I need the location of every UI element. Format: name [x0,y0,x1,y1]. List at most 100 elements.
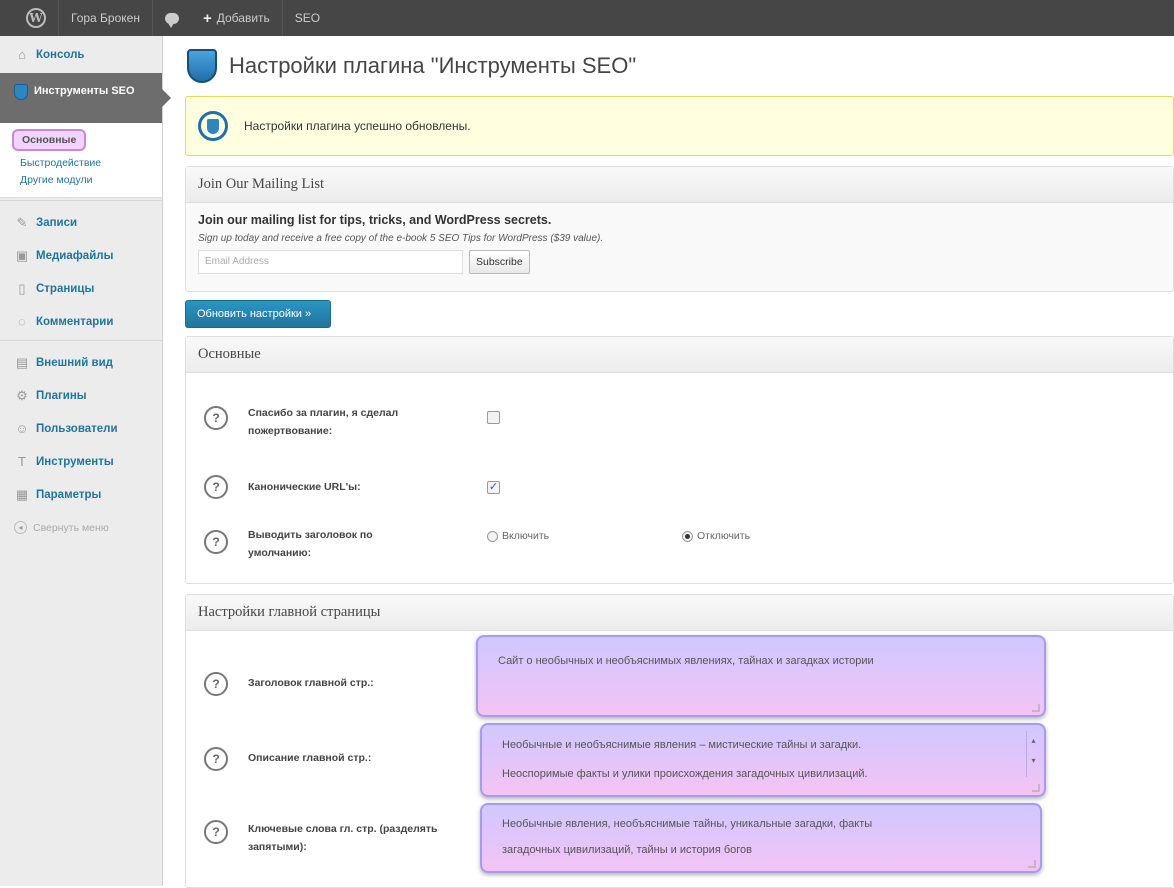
menu-media[interactable]: ▣ Медиафайлы [0,239,162,272]
home-description-label: Описание главной стр.: [248,752,372,764]
notice-text: Настройки плагина успешно обновлены. [244,119,471,133]
site-name: Гора Брокен [71,11,140,25]
radio-disable[interactable]: Отключить [682,530,750,542]
collapse-menu-label: Свернуть меню [33,521,109,534]
wordpress-icon: W [26,8,46,28]
pushpin-icon: ✎ [16,214,28,230]
pages-icon: ▯ [18,280,26,296]
help-icon[interactable]: ? [204,530,228,554]
seo-submenu: Основные Быстродействие Другие модули [0,123,162,198]
basic-heading[interactable]: Основные [186,337,1173,373]
home-keywords-line-2: загадочных цивилизаций, тайны и история … [502,844,752,856]
comments-button[interactable] [153,0,191,36]
home-title-label: Заголовок главной стр.: [248,677,374,689]
submenu-performance[interactable]: Быстродействие [0,155,162,172]
save-settings-button[interactable]: Обновить настройки » [185,300,331,328]
home-settings-box: Настройки главной страницы ? Заголовок г… [185,594,1174,888]
mailing-form: Email Address Subscribe [198,250,1161,274]
menu-posts-label: Записи [36,216,78,229]
help-icon[interactable]: ? [204,820,228,844]
email-field[interactable]: Email Address [198,250,463,274]
basic-settings-body: ? Спасибо за плагин, я сделал пожертвова… [186,373,1173,583]
donated-checkbox[interactable] [487,411,500,424]
main-content: Настройки плагина "Инструменты SEO" Наст… [185,36,1174,888]
seo-menu-label: SEO [294,11,321,25]
menu-comments-label: Комментарии [36,315,114,328]
menu-users[interactable]: ☺ Пользователи [0,412,162,445]
menu-media-label: Медиафайлы [36,249,114,262]
donated-label: Спасибо за плагин, я сделал пожертвовани… [248,407,399,437]
menu-pages[interactable]: ▯ Страницы [0,272,162,305]
home-settings-heading[interactable]: Настройки главной страницы [186,595,1173,631]
tools-icon: T [18,453,26,469]
admin-bar: W Гора Брокен + Добавить SEO [0,0,1174,36]
radio-enable-circle[interactable] [487,530,498,542]
home-title-value: Сайт о необычных и необъяснимых явлениях… [498,655,874,667]
home-keywords-line-1: Необычные явления, необъяснимые тайны, у… [502,818,873,830]
menu-plugins[interactable]: ⚙ Плагины [0,379,162,412]
help-icon[interactable]: ? [204,672,228,696]
radio-disable-circle[interactable] [682,530,693,542]
scrollbar[interactable]: ▴ ▾ [1026,731,1040,777]
submenu-other-modules[interactable]: Другие модули [0,172,162,189]
users-icon: ☺ [15,420,29,436]
menu-plugins-label: Плагины [36,389,87,402]
menu-seo-tools[interactable]: Инструменты SEO [0,73,171,123]
comments-icon: ◌ [18,313,26,329]
submenu-basic[interactable]: Основные [12,129,87,151]
comment-bubble-icon [164,12,179,28]
default-title-label: Выводить заголовок по умолчанию: [248,529,373,559]
seo-menu-button[interactable]: SEO [283,0,332,36]
collapse-menu-button[interactable]: ◂ Свернуть меню [0,511,162,544]
plus-icon: + [202,9,212,27]
home-keywords-textarea[interactable]: Необычные явления, необъяснимые тайны, у… [480,803,1042,873]
shield-icon [187,49,217,83]
menu-settings[interactable]: ▦ Параметры [0,478,162,511]
mailing-list-body: Join our mailing list for tips, tricks, … [186,203,1173,291]
plugin-icon: ⚙ [16,387,28,403]
menu-pages-label: Страницы [36,282,95,295]
home-description-line-1: Необычные и необъяснимые явления – мисти… [502,739,862,751]
home-icon: ⌂ [18,46,26,62]
menu-appearance[interactable]: ▤ Внешний вид [0,346,162,379]
media-icon: ▣ [15,247,29,263]
help-icon[interactable]: ? [204,475,228,499]
site-name-link[interactable]: Гора Брокен [59,0,153,36]
menu-appearance-label: Внешний вид [36,356,113,369]
collapse-arrow-icon: ◂ [14,521,27,534]
menu-settings-label: Параметры [36,488,102,501]
mailing-list-box: Join Our Mailing List Join our mailing l… [185,166,1174,292]
menu-comments[interactable]: ◌ Комментарии [0,305,162,338]
menu-seo-tools-label: Инструменты SEO [34,85,135,97]
menu-tools[interactable]: T Инструменты [0,445,162,478]
add-new-label: Добавить [216,11,270,25]
canonical-label: Канонические URL'ы: [248,481,361,493]
help-icon[interactable]: ? [204,406,228,430]
page-header: Настройки плагина "Инструменты SEO" [185,36,1174,96]
resize-handle-icon[interactable] [1032,704,1040,712]
menu-posts[interactable]: ✎ Записи [0,206,162,239]
help-icon[interactable]: ? [204,747,228,771]
radio-enable-label: Включить [502,530,550,542]
shield-badge-icon [198,111,228,141]
menu-console[interactable]: ⌂ Консоль [0,36,162,73]
mailing-title: Join our mailing list for tips, tricks, … [198,213,552,227]
resize-handle-icon[interactable] [1028,860,1036,868]
home-title-textarea[interactable]: Сайт о необычных и необъяснимых явлениях… [476,635,1046,717]
subscribe-button[interactable]: Subscribe [469,250,530,274]
menu-users-label: Пользователи [36,422,118,435]
basic-settings-box: Основные ? Спасибо за плагин, я сделал п… [185,336,1174,584]
wordpress-logo-button[interactable]: W [14,0,59,36]
radio-enable[interactable]: Включить [487,530,549,542]
admin-sidebar: ⌂ Консоль Инструменты SEO Основные Быстр… [0,36,171,886]
menu-tools-label: Инструменты [36,455,114,468]
shield-icon [14,84,28,100]
mailing-subtitle: Sign up today and receive a free copy of… [198,233,604,244]
menu-console-label: Консоль [36,48,85,61]
page-title: Настройки плагина "Инструменты SEO" [229,53,637,78]
add-new-button[interactable]: + Добавить [191,0,283,36]
mailing-list-heading[interactable]: Join Our Mailing List [186,167,1173,203]
canonical-checkbox[interactable]: ✓ [487,481,500,494]
home-description-textarea[interactable]: Необычные и необъяснимые явления – мисти… [480,723,1046,797]
resize-handle-icon[interactable] [1032,784,1040,792]
